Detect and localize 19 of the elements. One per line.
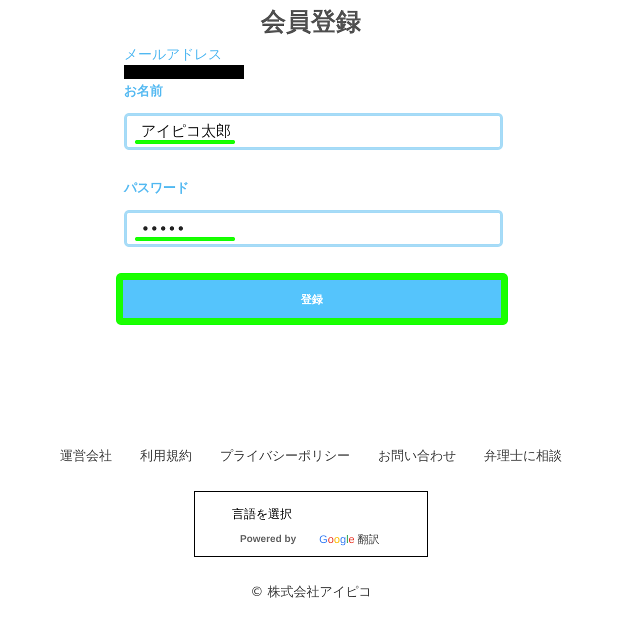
field-label: メールアドレス bbox=[124, 46, 223, 64]
footer-link[interactable]: 弁理士に相談 bbox=[484, 447, 562, 465]
footer-link[interactable]: 利用規約 bbox=[140, 447, 192, 465]
translate-widget[interactable]: 言語を選択 Powered by Google 翻訳 bbox=[194, 491, 428, 557]
page-title: 会員登録 bbox=[261, 6, 361, 38]
powered-by-text: Powered by bbox=[240, 534, 296, 545]
field-label: パスワード bbox=[124, 180, 190, 198]
field-label: お名前 bbox=[124, 83, 164, 101]
input-field[interactable]: アイピコ太郎 bbox=[124, 113, 503, 150]
translate-text: 翻訳 bbox=[358, 532, 380, 547]
field-value: ••••• bbox=[141, 220, 186, 238]
google-logo: Google bbox=[319, 534, 355, 546]
footer-link[interactable]: 運営会社 bbox=[60, 447, 112, 465]
input-field[interactable]: ••••• bbox=[124, 210, 503, 247]
field-value: アイピコ太郎 bbox=[141, 122, 231, 141]
footer-link[interactable]: プライバシーポリシー bbox=[220, 447, 350, 465]
footer-link[interactable]: お問い合わせ bbox=[378, 447, 456, 465]
language-select[interactable]: 言語を選択 bbox=[232, 506, 427, 523]
copyright-text: © 株式会社アイピコ bbox=[250, 584, 372, 601]
